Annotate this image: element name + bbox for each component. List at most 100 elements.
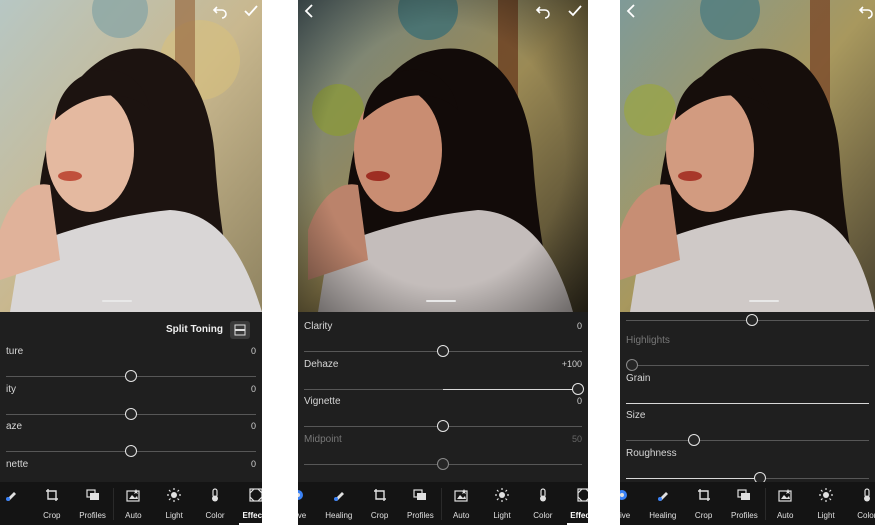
slider-value: 0 (250, 346, 256, 356)
light-icon (495, 488, 509, 502)
slider-thumb[interactable] (753, 471, 766, 482)
slider-track[interactable] (304, 420, 582, 432)
tool-effects[interactable]: Effects (236, 482, 262, 525)
sheet-handle[interactable] (749, 300, 779, 302)
slider-fill (626, 477, 760, 479)
slider-label: Dehaze (304, 358, 339, 370)
profiles-icon (85, 488, 100, 502)
slider-row: ture 0 (0, 342, 262, 382)
slider-fill (443, 388, 582, 390)
selective-icon (620, 488, 629, 502)
crop-icon (373, 488, 387, 502)
color-icon (208, 488, 222, 502)
tool-color[interactable]: Color (847, 482, 875, 525)
slider-value: 0 (576, 396, 582, 406)
editor-panel-split-toning: Split Toning ture 0 ity 0 aze 0 nette 0 Crop Pro… (0, 0, 262, 525)
editor-panel-effects: Clarity 0 Dehaze +100 Vignette 0 Midpoint 50 ct… (298, 0, 588, 525)
auto-icon (454, 488, 468, 502)
profiles-icon (737, 488, 751, 502)
slider-row: Highlights (620, 331, 875, 371)
editor-panel-grain: Highlights Grain Size Roughness ctiveHealin… (620, 0, 875, 525)
bottom-toolbar: CropProfilesAutoLightColorEffects (0, 482, 262, 525)
check-icon[interactable] (567, 3, 583, 19)
slider-value: 50 (571, 433, 582, 444)
effects-icon (249, 488, 262, 502)
slider-fill (626, 402, 869, 404)
light-icon (167, 488, 182, 502)
toolbar-separator (765, 488, 767, 520)
slider-value: 0 (250, 458, 256, 469)
slider-track[interactable] (304, 345, 582, 357)
toolbar-separator (113, 488, 115, 520)
slider-track[interactable] (626, 471, 869, 482)
slider-row: Grain (620, 369, 875, 407)
slider-label: Highlights (626, 335, 670, 346)
slider-row: Clarity 0 (298, 317, 588, 357)
slider-track[interactable] (626, 402, 869, 404)
slider-value: 0 (576, 321, 582, 331)
effects-sheet: Highlights Grain Size Roughness (620, 312, 875, 482)
slider-value: 0 (250, 421, 256, 431)
effects-sheet: Split Toning ture 0 ity 0 aze 0 nette 0 (0, 312, 262, 482)
photo-preview (0, 0, 262, 312)
sheet-handle[interactable] (102, 300, 132, 302)
bottom-toolbar: ctiveHealingCropProfilesAutoLightColor (620, 482, 875, 525)
tool-effects[interactable]: Effects (564, 482, 588, 525)
slider-value: 0 (250, 383, 256, 394)
slider-row: Roughness (620, 444, 875, 482)
auto-icon (126, 488, 140, 502)
slider-row: Dehaze +100 (298, 355, 588, 395)
slider-thumb[interactable] (437, 457, 449, 470)
photo-preview (620, 0, 875, 312)
tool-label: Effects (242, 511, 262, 520)
effects-icon (576, 488, 588, 502)
slider-label: ture (6, 346, 24, 357)
profiles-icon (413, 488, 427, 502)
slider-value: +100 (561, 358, 582, 369)
slider-row: Size (620, 406, 875, 446)
slider-row: ity 0 (0, 380, 262, 420)
sheet-handle[interactable] (426, 300, 456, 302)
slider-row: Midpoint 50 (298, 430, 588, 470)
color-icon (860, 488, 874, 502)
slider-track[interactable] (304, 457, 582, 470)
slider-label: ity (6, 383, 16, 395)
slider-track[interactable] (6, 370, 256, 382)
back-icon[interactable] (302, 3, 318, 19)
slider-track[interactable] (626, 359, 869, 371)
tool-label: Color (857, 511, 875, 520)
slider-label: Vignette (304, 396, 341, 407)
tool-label: Effects (570, 511, 588, 520)
presets-icon[interactable] (230, 321, 250, 339)
slider-thumb[interactable] (746, 314, 759, 326)
bottom-toolbar: ctiveHealingCropProfilesAutoLightColorEf… (298, 482, 588, 525)
slider-track[interactable] (304, 382, 584, 395)
section-title: Split Toning (166, 324, 224, 335)
healing-icon (4, 488, 18, 502)
undo-icon[interactable] (212, 3, 228, 19)
crop-icon (697, 488, 711, 502)
undo-icon[interactable] (535, 3, 551, 19)
undo-icon[interactable] (858, 3, 874, 19)
color-icon (536, 488, 550, 502)
slider-track[interactable] (626, 434, 869, 446)
slider-label: nette (6, 458, 29, 470)
healing-icon (332, 488, 346, 502)
partial-slider-track[interactable] (626, 314, 869, 326)
crop-icon (45, 488, 59, 502)
auto-icon (778, 488, 792, 502)
selective-icon (298, 488, 305, 502)
slider-row: nette 0 (0, 455, 262, 483)
slider-row: Vignette 0 (298, 392, 588, 432)
slider-label: Grain (626, 372, 651, 384)
effects-sheet: Clarity 0 Dehaze +100 Vignette 0 Midpoint 50 (298, 312, 588, 482)
slider-label: Midpoint (304, 433, 342, 445)
slider-label: Roughness (626, 447, 677, 459)
slider-track[interactable] (6, 407, 256, 420)
healing-icon (656, 488, 670, 502)
check-icon[interactable] (243, 3, 259, 19)
slider-track[interactable] (6, 445, 256, 457)
slider-row: aze 0 (0, 417, 262, 457)
back-icon[interactable] (624, 3, 640, 19)
slider-label: aze (6, 421, 23, 432)
